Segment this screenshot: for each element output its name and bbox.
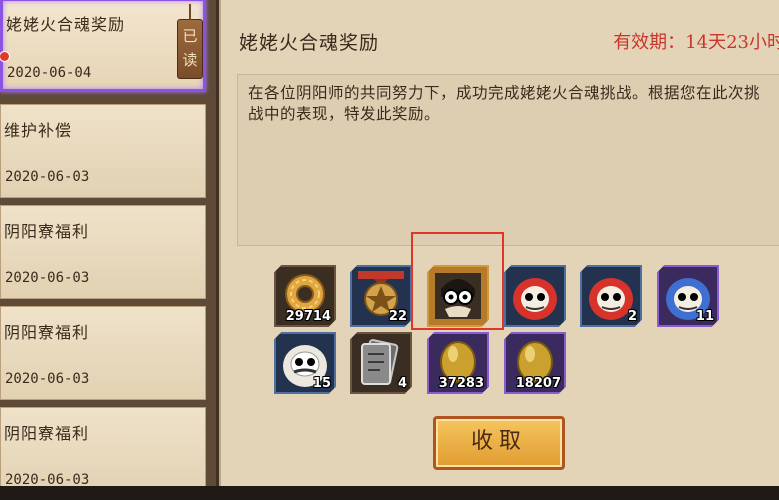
collect-button[interactable]: 收取 (433, 416, 565, 470)
highlight-box (411, 232, 504, 330)
reward-count: 29714 (285, 309, 331, 324)
reward-slot[interactable]: 18207 (504, 332, 566, 394)
mail-list: 姥姥火合魂奖励 2020-06-04 已读 维护补偿 2020-06-03 阴阳… (0, 0, 219, 500)
bottom-bar (0, 486, 779, 500)
mail-title: 阴阳寮福利 (4, 323, 90, 342)
expiry-text: 有效期：14天23小时 (613, 32, 779, 53)
mail-date: 2020-06-03 (5, 169, 90, 185)
reward-slot[interactable] (504, 265, 566, 327)
reward-count: 18207 (515, 376, 561, 391)
reward-slot[interactable]: 29714 (274, 265, 336, 327)
reward-slot[interactable]: 37283 (427, 332, 489, 394)
reward-count: 37283 (438, 376, 484, 391)
mail-date: 2020-06-03 (5, 371, 90, 387)
reward-slot[interactable]: 4 (350, 332, 412, 394)
mail-item[interactable]: 阴阳寮福利 2020-06-03 (0, 205, 206, 299)
red-daruma-icon (513, 278, 557, 320)
mail-item[interactable]: 姥姥火合魂奖励 2020-06-04 已读 (0, 0, 206, 92)
reward-count: 2 (627, 309, 637, 324)
message-text: 在各位阴阳师的共同努力下，成功完成姥姥火合魂挑战。根据您在此次挑战中的表现，特发… (248, 84, 761, 123)
mail-detail-title: 姥姥火合魂奖励 (239, 32, 380, 54)
reward-count: 11 (695, 309, 714, 324)
reward-count: 4 (397, 376, 407, 391)
unread-dot (0, 51, 10, 62)
reward-slot[interactable]: 2 (580, 265, 642, 327)
mail-date: 2020-06-04 (7, 65, 92, 81)
reward-slot[interactable]: 22 (350, 265, 412, 327)
reward-count: 22 (388, 309, 407, 324)
reward-slot[interactable]: 11 (657, 265, 719, 327)
mail-title: 维护补偿 (4, 121, 73, 140)
mail-item[interactable]: 维护补偿 2020-06-03 (0, 104, 206, 198)
reward-slot[interactable]: 15 (274, 332, 336, 394)
mail-title: 阴阳寮福利 (4, 222, 90, 241)
message-box: 在各位阴阳师的共同努力下，成功完成姥姥火合魂挑战。根据您在此次挑战中的表现，特发… (237, 74, 779, 246)
reward-count: 15 (312, 376, 331, 391)
mail-item[interactable]: 阴阳寮福利 2020-06-03 (0, 306, 206, 400)
mail-date: 2020-06-03 (5, 270, 90, 286)
mail-title: 姥姥火合魂奖励 (6, 15, 126, 34)
read-tag: 已读 (177, 4, 203, 79)
mail-title: 阴阳寮福利 (4, 424, 90, 443)
